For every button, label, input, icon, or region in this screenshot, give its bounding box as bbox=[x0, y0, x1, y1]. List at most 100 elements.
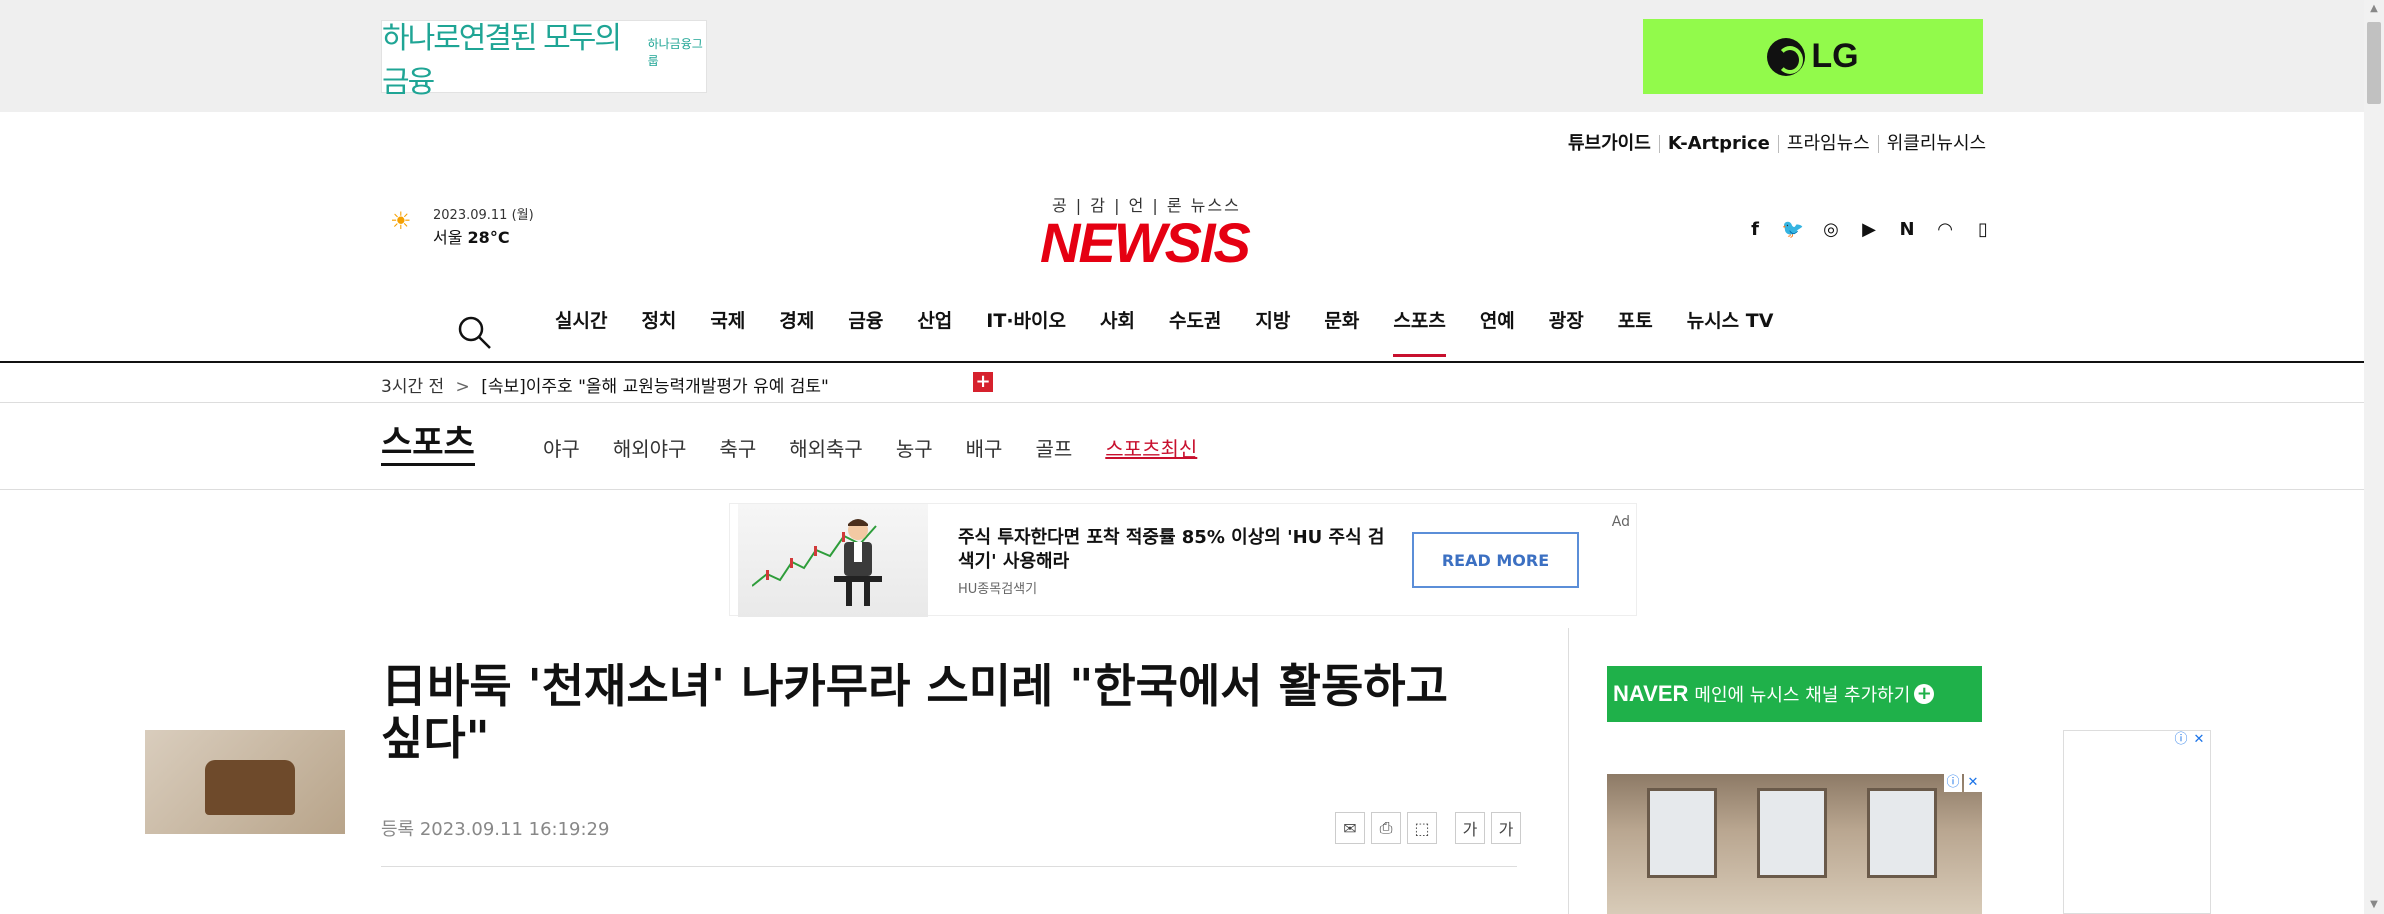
article-divider bbox=[381, 866, 1517, 867]
lg-ad-brand: LG bbox=[1811, 37, 1859, 75]
ad-window-graphic bbox=[1867, 788, 1937, 878]
twitter-icon[interactable]: 🐦 bbox=[1780, 216, 1806, 242]
side-ad[interactable]: ⓘ ✕ bbox=[2063, 730, 2211, 914]
partner-link[interactable]: 튜브가이드 bbox=[1560, 135, 1659, 153]
article-title: 日바둑 '천재소녀' 나카무라 스미레 "한국에서 활동하고 싶다" bbox=[381, 659, 1448, 765]
read-more-button[interactable]: READ MORE bbox=[1412, 532, 1579, 588]
nav-item-economy[interactable]: 경제 bbox=[779, 307, 814, 357]
ticker-separator: > bbox=[455, 377, 470, 397]
facebook-icon[interactable]: f bbox=[1742, 216, 1768, 242]
ad-headline[interactable]: 주식 투자한다면 포착 적중률 85% 이상의 'HU 주식 검색기' 사용해라 bbox=[958, 526, 1398, 574]
nav-item-metro[interactable]: 수도권 bbox=[1169, 307, 1221, 357]
weather-temp-value: 28°C bbox=[467, 228, 510, 247]
nav-item-local[interactable]: 지방 bbox=[1255, 307, 1290, 357]
naver-icon[interactable]: N bbox=[1894, 216, 1920, 242]
businessman-icon bbox=[834, 519, 882, 606]
subnav-item-sports-latest[interactable]: 스포츠최신 bbox=[1105, 433, 1197, 462]
section-title[interactable]: 스포츠 bbox=[381, 423, 475, 466]
subnav-item-golf[interactable]: 골프 bbox=[1035, 433, 1072, 462]
logo-wordmark: NEWSIS bbox=[1040, 211, 1251, 274]
ad-label: Ad bbox=[1611, 514, 1630, 530]
sun-icon: ☀ bbox=[390, 207, 412, 235]
ad-close-icon[interactable]: ✕ bbox=[2190, 731, 2208, 749]
print-icon[interactable]: ⎙ bbox=[1371, 812, 1401, 844]
hana-ad-brand: 하나금융그룹 bbox=[647, 37, 703, 68]
partner-link[interactable]: K-Artprice bbox=[1658, 135, 1778, 153]
ad-window-graphic bbox=[1647, 788, 1717, 878]
youtube-icon[interactable]: ▶ bbox=[1856, 216, 1882, 242]
nav-item-realtime[interactable]: 실시간 bbox=[555, 307, 607, 357]
native-ad[interactable]: 주식 투자한다면 포착 적중률 85% 이상의 'HU 주식 검색기' 사용해라… bbox=[729, 503, 1637, 617]
rss-icon[interactable]: ◠ bbox=[1932, 216, 1958, 242]
subnav-item-overseas-baseball[interactable]: 해외야구 bbox=[613, 433, 687, 462]
subnav-item-basketball[interactable]: 농구 bbox=[896, 433, 933, 462]
ad-source: HU종목검색기 bbox=[958, 582, 1038, 597]
page-scrollbar[interactable]: ▲ ▼ bbox=[2364, 0, 2384, 914]
tools-gap bbox=[1443, 812, 1449, 844]
ad-window-graphic bbox=[1757, 788, 1827, 878]
naver-brand: NAVER bbox=[1613, 681, 1689, 706]
nav-item-industry[interactable]: 산업 bbox=[917, 307, 952, 357]
main-nav: 실시간 정치 국제 경제 금융 산업 IT·바이오 사회 수도권 지방 문화 스… bbox=[555, 307, 1807, 357]
nav-item-finance[interactable]: 금융 bbox=[848, 307, 883, 357]
ad-info-icon[interactable]: ⓘ bbox=[1944, 774, 1962, 792]
nav-item-politics[interactable]: 정치 bbox=[641, 307, 676, 357]
plus-circle-icon: + bbox=[1914, 684, 1935, 704]
section-divider bbox=[0, 489, 2364, 490]
nav-item-photo[interactable]: 포토 bbox=[1618, 307, 1653, 357]
font-decrease-button[interactable]: 가 bbox=[1491, 812, 1521, 844]
subnav-item-overseas-soccer[interactable]: 해외축구 bbox=[789, 433, 863, 462]
ad-close-icon[interactable]: ✕ bbox=[1964, 774, 1982, 792]
nav-item-plaza[interactable]: 광장 bbox=[1549, 307, 1584, 357]
scroll-down-icon[interactable]: ▼ bbox=[2364, 896, 2384, 914]
font-increase-button[interactable]: 가 bbox=[1455, 812, 1485, 844]
ticker-more-button[interactable]: + bbox=[973, 372, 993, 392]
weather-temperature: 서울 28°C bbox=[433, 224, 510, 248]
social-links: f 🐦 ◎ ▶ N ◠ ▯ bbox=[1742, 216, 1996, 242]
nav-item-entertainment[interactable]: 연예 bbox=[1480, 307, 1515, 357]
handbag-graphic bbox=[205, 760, 295, 815]
nav-item-newsis-tv[interactable]: 뉴시스 TV bbox=[1687, 307, 1774, 357]
nav-divider bbox=[0, 361, 2364, 363]
mobile-icon[interactable]: ▯ bbox=[1970, 216, 1996, 242]
breaking-news-ticker[interactable]: 3시간 전 > [속보]이주호 "올해 교원능력개발평가 유예 검토" bbox=[381, 372, 829, 397]
subnav-item-baseball[interactable]: 야구 bbox=[543, 433, 580, 462]
left-floating-ad[interactable] bbox=[145, 730, 345, 834]
partner-link[interactable]: 프라임뉴스 bbox=[1777, 135, 1878, 153]
naver-channel-banner[interactable]: NAVER 메인에 뉴시스 채널 추가하기 + bbox=[1607, 666, 1982, 722]
nav-item-sports[interactable]: 스포츠 bbox=[1393, 307, 1447, 357]
hana-finance-banner-ad[interactable]: 하나로연결된 모두의 금융 하나금융그룹 bbox=[381, 20, 707, 100]
hana-ad-slogan: 하나로연결된 모두의 금융 bbox=[382, 20, 622, 100]
site-logo[interactable]: 공 | 감 | 언 | 론 뉴스스 NEWSIS bbox=[1040, 188, 1320, 274]
nav-item-culture[interactable]: 문화 bbox=[1324, 307, 1359, 357]
nav-item-international[interactable]: 국제 bbox=[710, 307, 745, 357]
weather-date: 2023.09.11 (월) bbox=[433, 208, 534, 223]
ad-info-icon[interactable]: ⓘ bbox=[2172, 731, 2190, 749]
lg-logo-icon bbox=[1767, 37, 1806, 76]
top-ad-band bbox=[0, 0, 2364, 112]
search-icon[interactable] bbox=[455, 313, 495, 353]
article-tools: ✉ ⎙ ⬚ 가 가 bbox=[1335, 812, 1521, 844]
ticker-headline[interactable]: [속보]이주호 "올해 교원능력개발평가 유예 검토" bbox=[481, 377, 829, 397]
interior-ad[interactable]: ⓘ ✕ bbox=[1607, 774, 1982, 914]
nav-item-society[interactable]: 사회 bbox=[1100, 307, 1135, 357]
email-icon[interactable]: ✉ bbox=[1335, 812, 1365, 844]
subnav-item-soccer[interactable]: 축구 bbox=[719, 433, 756, 462]
article-date: 등록 2023.09.11 16:19:29 bbox=[381, 819, 610, 840]
partner-link[interactable]: 위클리뉴시스 bbox=[1877, 135, 1994, 153]
naver-banner-text: 메인에 뉴시스 채널 추가하기 bbox=[1694, 685, 1911, 706]
lg-banner-ad[interactable]: LG bbox=[1643, 19, 1983, 94]
column-divider bbox=[1568, 628, 1569, 914]
instagram-icon[interactable]: ◎ bbox=[1818, 216, 1844, 242]
ad-image bbox=[738, 504, 928, 617]
section-subnav: 야구 해외야구 축구 해외축구 농구 배구 골프 스포츠최신 bbox=[543, 433, 1230, 462]
partner-links: 튜브가이드 K-Artprice 프라임뉴스 위클리뉴시스 bbox=[1560, 135, 1994, 153]
weather-city: 서울 bbox=[433, 228, 463, 247]
nav-item-it-bio[interactable]: IT·바이오 bbox=[986, 307, 1066, 357]
subnav-item-volleyball[interactable]: 배구 bbox=[966, 433, 1003, 462]
scroll-up-icon[interactable]: ▲ bbox=[2364, 0, 2384, 18]
ticker-time: 3시간 전 bbox=[381, 377, 445, 397]
ticker-divider bbox=[0, 402, 2364, 403]
scrollbar-thumb[interactable] bbox=[2367, 22, 2381, 104]
pdf-icon[interactable]: ⬚ bbox=[1407, 812, 1437, 844]
